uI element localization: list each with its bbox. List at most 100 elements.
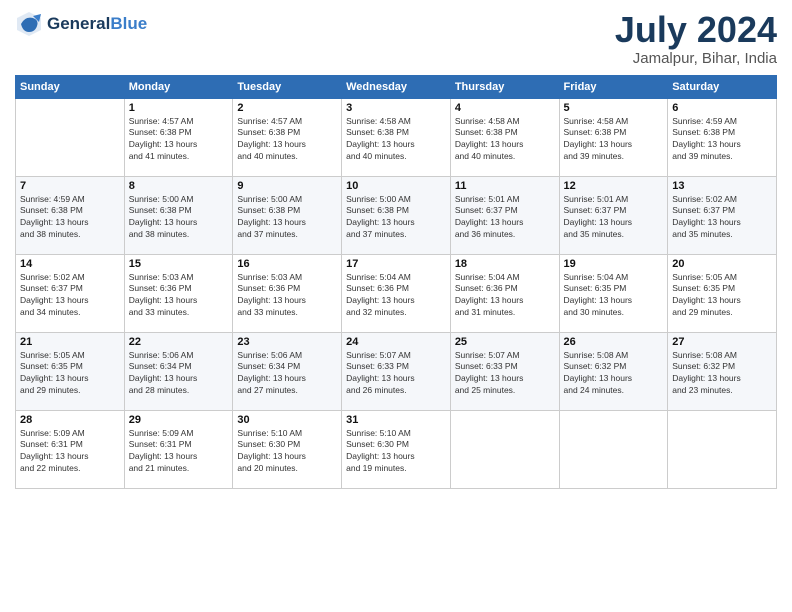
calendar-cell: 14 Sunrise: 5:02 AM Sunset: 6:37 PM Dayli… <box>16 254 125 332</box>
day-info: Sunrise: 5:05 AM Sunset: 6:35 PM Dayligh… <box>672 272 772 320</box>
day-number: 5 <box>564 102 664 114</box>
day-info: Sunrise: 5:04 AM Sunset: 6:36 PM Dayligh… <box>346 272 446 320</box>
col-monday: Monday <box>124 75 233 98</box>
day-number: 11 <box>455 180 555 192</box>
day-info: Sunrise: 5:04 AM Sunset: 6:36 PM Dayligh… <box>455 272 555 320</box>
calendar-cell: 24Sunrise: 5:07 AM Sunset: 6:33 PM Dayli… <box>342 332 451 410</box>
day-info: Sunrise: 4:58 AM Sunset: 6:38 PM Dayligh… <box>346 116 446 164</box>
day-number: 2 <box>237 102 337 114</box>
day-number: 31 <box>346 414 446 426</box>
calendar-week-row: 21Sunrise: 5:05 AM Sunset: 6:35 PM Dayli… <box>16 332 777 410</box>
day-info: Sunrise: 5:06 AM Sunset: 6:34 PM Dayligh… <box>237 350 337 398</box>
calendar-cell: 21Sunrise: 5:05 AM Sunset: 6:35 PM Dayli… <box>16 332 125 410</box>
calendar-cell: 2 Sunrise: 4:57 AM Sunset: 6:38 PM Daylig… <box>233 98 342 176</box>
calendar-cell <box>668 410 777 488</box>
calendar-cell: 8 Sunrise: 5:00 AM Sunset: 6:38 PM Daylig… <box>124 176 233 254</box>
day-number: 27 <box>672 336 772 348</box>
day-number: 20 <box>672 258 772 270</box>
day-number: 8 <box>129 180 229 192</box>
calendar-week-row: 28Sunrise: 5:09 AM Sunset: 6:31 PM Dayli… <box>16 410 777 488</box>
col-saturday: Saturday <box>668 75 777 98</box>
calendar-cell: 18 Sunrise: 5:04 AM Sunset: 6:36 PM Dayli… <box>450 254 559 332</box>
day-number: 15 <box>129 258 229 270</box>
calendar-cell: 23 Sunrise: 5:06 AM Sunset: 6:34 PM Dayli… <box>233 332 342 410</box>
calendar-cell: 9 Sunrise: 5:00 AM Sunset: 6:38 PM Daylig… <box>233 176 342 254</box>
page: GeneralBlue July 2024 Jamalpur, Bihar, I… <box>0 0 792 612</box>
col-tuesday: Tuesday <box>233 75 342 98</box>
col-friday: Friday <box>559 75 668 98</box>
calendar-cell: 4 Sunrise: 4:58 AM Sunset: 6:38 PM Daylig… <box>450 98 559 176</box>
day-info: Sunrise: 5:03 AM Sunset: 6:36 PM Dayligh… <box>129 272 229 320</box>
calendar-cell: 11 Sunrise: 5:01 AM Sunset: 6:37 PM Dayli… <box>450 176 559 254</box>
day-info: Sunrise: 5:06 AM Sunset: 6:34 PM Dayligh… <box>129 350 229 398</box>
day-number: 23 <box>237 336 337 348</box>
calendar-cell: 31 Sunrise: 5:10 AM Sunset: 6:30 PM Dayli… <box>342 410 451 488</box>
calendar-cell: 27 Sunrise: 5:08 AM Sunset: 6:32 PM Dayli… <box>668 332 777 410</box>
day-number: 6 <box>672 102 772 114</box>
day-info: Sunrise: 5:04 AM Sunset: 6:35 PM Dayligh… <box>564 272 664 320</box>
day-info: Sunrise: 5:08 AM Sunset: 6:32 PM Dayligh… <box>672 350 772 398</box>
day-info: Sunrise: 4:57 AM Sunset: 6:38 PM Dayligh… <box>237 116 337 164</box>
day-number: 18 <box>455 258 555 270</box>
col-sunday: Sunday <box>16 75 125 98</box>
calendar-cell: 17Sunrise: 5:04 AM Sunset: 6:36 PM Dayli… <box>342 254 451 332</box>
day-number: 30 <box>237 414 337 426</box>
col-thursday: Thursday <box>450 75 559 98</box>
calendar-cell: 26Sunrise: 5:08 AM Sunset: 6:32 PM Dayli… <box>559 332 668 410</box>
day-number: 9 <box>237 180 337 192</box>
calendar-body: 1 Sunrise: 4:57 AM Sunset: 6:38 PM Daylig… <box>16 98 777 488</box>
day-info: Sunrise: 4:57 AM Sunset: 6:38 PM Dayligh… <box>129 116 229 164</box>
calendar-cell: 3Sunrise: 4:58 AM Sunset: 6:38 PM Daylig… <box>342 98 451 176</box>
calendar-week-row: 14 Sunrise: 5:02 AM Sunset: 6:37 PM Dayli… <box>16 254 777 332</box>
day-number: 1 <box>129 102 229 114</box>
calendar-cell: 28Sunrise: 5:09 AM Sunset: 6:31 PM Dayli… <box>16 410 125 488</box>
calendar-header: Sunday Monday Tuesday Wednesday Thursday… <box>16 75 777 98</box>
day-number: 7 <box>20 180 120 192</box>
day-info: Sunrise: 5:10 AM Sunset: 6:30 PM Dayligh… <box>346 428 446 476</box>
logo-area: GeneralBlue <box>15 10 147 38</box>
calendar-cell: 1 Sunrise: 4:57 AM Sunset: 6:38 PM Daylig… <box>124 98 233 176</box>
col-wednesday: Wednesday <box>342 75 451 98</box>
day-info: Sunrise: 5:01 AM Sunset: 6:37 PM Dayligh… <box>564 194 664 242</box>
day-info: Sunrise: 5:01 AM Sunset: 6:37 PM Dayligh… <box>455 194 555 242</box>
day-number: 22 <box>129 336 229 348</box>
day-info: Sunrise: 4:58 AM Sunset: 6:38 PM Dayligh… <box>564 116 664 164</box>
calendar-table: Sunday Monday Tuesday Wednesday Thursday… <box>15 75 777 489</box>
day-number: 4 <box>455 102 555 114</box>
day-info: Sunrise: 5:09 AM Sunset: 6:31 PM Dayligh… <box>129 428 229 476</box>
day-number: 19 <box>564 258 664 270</box>
day-info: Sunrise: 5:09 AM Sunset: 6:31 PM Dayligh… <box>20 428 120 476</box>
calendar-cell: 29Sunrise: 5:09 AM Sunset: 6:31 PM Dayli… <box>124 410 233 488</box>
day-info: Sunrise: 5:00 AM Sunset: 6:38 PM Dayligh… <box>129 194 229 242</box>
day-number: 16 <box>237 258 337 270</box>
day-number: 13 <box>672 180 772 192</box>
calendar-cell <box>559 410 668 488</box>
title-area: July 2024 Jamalpur, Bihar, India <box>615 10 777 67</box>
day-number: 12 <box>564 180 664 192</box>
day-info: Sunrise: 5:00 AM Sunset: 6:38 PM Dayligh… <box>237 194 337 242</box>
calendar-cell <box>16 98 125 176</box>
calendar-cell: 5 Sunrise: 4:58 AM Sunset: 6:38 PM Daylig… <box>559 98 668 176</box>
calendar-subtitle: Jamalpur, Bihar, India <box>615 50 777 67</box>
day-info: Sunrise: 5:10 AM Sunset: 6:30 PM Dayligh… <box>237 428 337 476</box>
header-row: Sunday Monday Tuesday Wednesday Thursday… <box>16 75 777 98</box>
day-number: 24 <box>346 336 446 348</box>
logo-text: GeneralBlue <box>47 14 147 34</box>
calendar-cell: 10 Sunrise: 5:00 AM Sunset: 6:38 PM Dayli… <box>342 176 451 254</box>
day-number: 14 <box>20 258 120 270</box>
calendar-cell: 20 Sunrise: 5:05 AM Sunset: 6:35 PM Dayli… <box>668 254 777 332</box>
day-info: Sunrise: 5:03 AM Sunset: 6:36 PM Dayligh… <box>237 272 337 320</box>
calendar-cell: 15 Sunrise: 5:03 AM Sunset: 6:36 PM Dayli… <box>124 254 233 332</box>
day-info: Sunrise: 5:05 AM Sunset: 6:35 PM Dayligh… <box>20 350 120 398</box>
day-number: 25 <box>455 336 555 348</box>
day-info: Sunrise: 5:08 AM Sunset: 6:32 PM Dayligh… <box>564 350 664 398</box>
day-number: 10 <box>346 180 446 192</box>
header: GeneralBlue July 2024 Jamalpur, Bihar, I… <box>15 10 777 67</box>
day-info: Sunrise: 5:00 AM Sunset: 6:38 PM Dayligh… <box>346 194 446 242</box>
day-info: Sunrise: 4:58 AM Sunset: 6:38 PM Dayligh… <box>455 116 555 164</box>
day-info: Sunrise: 5:02 AM Sunset: 6:37 PM Dayligh… <box>20 272 120 320</box>
calendar-cell <box>450 410 559 488</box>
calendar-cell: 22 Sunrise: 5:06 AM Sunset: 6:34 PM Dayli… <box>124 332 233 410</box>
calendar-cell: 16 Sunrise: 5:03 AM Sunset: 6:36 PM Dayli… <box>233 254 342 332</box>
day-info: Sunrise: 5:07 AM Sunset: 6:33 PM Dayligh… <box>455 350 555 398</box>
